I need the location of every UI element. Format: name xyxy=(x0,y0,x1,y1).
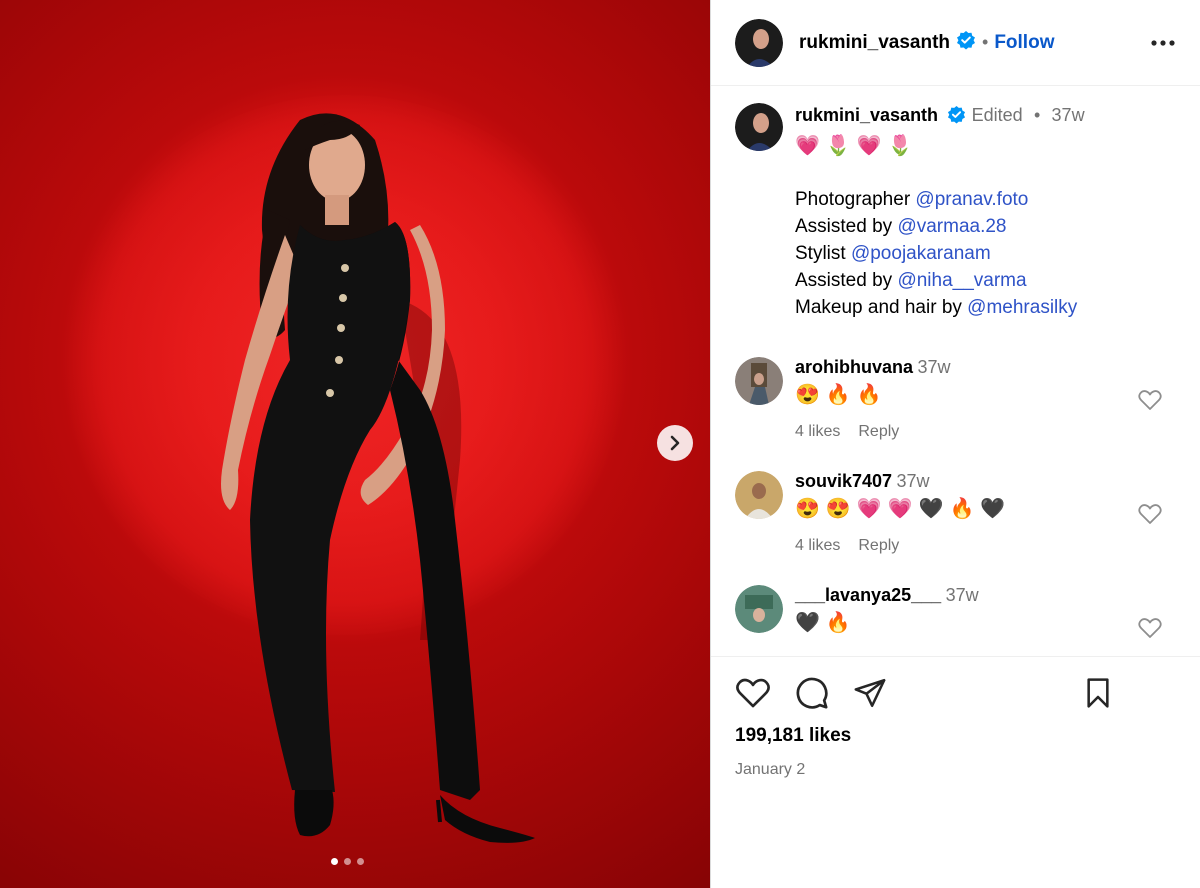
comment-username[interactable]: ___lavanya25___ xyxy=(795,585,941,605)
mention-link[interactable]: @niha__varma xyxy=(897,270,1026,291)
avatar[interactable] xyxy=(735,103,783,151)
action-bar: 199,181 likes January 2 xyxy=(711,656,1200,779)
comment-item: ___lavanya25___ 37w 🖤🔥 xyxy=(735,585,1176,638)
credit-role: Makeup and hair by xyxy=(795,297,968,318)
share-paper-plane-icon[interactable] xyxy=(853,677,887,709)
comment-text: 🖤🔥 xyxy=(795,612,857,634)
comment-likes[interactable]: 4 likes xyxy=(795,423,840,440)
carousel-dot xyxy=(357,858,364,865)
caption-username[interactable]: rukmini_vasanth xyxy=(795,105,938,125)
credit-role: Assisted by xyxy=(795,216,898,237)
comment-time[interactable]: 37w xyxy=(917,357,950,377)
comment-likes[interactable]: 4 likes xyxy=(795,537,840,554)
carousel-dot xyxy=(344,858,351,865)
verified-badge-icon xyxy=(947,105,966,131)
avatar[interactable] xyxy=(735,18,783,67)
more-options-icon[interactable] xyxy=(1150,34,1176,52)
comment-username[interactable]: arohibhuvana xyxy=(795,357,913,377)
caption-time[interactable]: 37w xyxy=(1052,105,1085,125)
comment-username[interactable]: souvik7407 xyxy=(795,471,892,491)
separator-dot: • xyxy=(1033,105,1041,125)
comment-time[interactable]: 37w xyxy=(897,471,930,491)
comment-text: 😍🔥🔥 xyxy=(795,384,888,406)
carousel-dot-active xyxy=(331,858,338,865)
comment-time[interactable]: 37w xyxy=(946,585,979,605)
caption-credits: Photographer @pranav.foto Assisted by @v… xyxy=(795,186,1085,321)
credit-role: Photographer xyxy=(795,189,916,210)
comment-text: 😍😍💗💗🖤🔥🖤 xyxy=(795,498,1012,520)
edited-label: Edited xyxy=(971,105,1023,125)
post-author-username[interactable]: rukmini_vasanth xyxy=(799,32,950,54)
comment-bubble-icon[interactable] xyxy=(795,676,829,710)
reply-button[interactable]: Reply xyxy=(858,537,899,554)
credit-role: Assisted by xyxy=(795,270,898,291)
like-heart-icon[interactable] xyxy=(735,677,771,709)
likes-count[interactable]: 199,181 likes xyxy=(735,725,1176,747)
credit-line: Makeup and hair by @mehrasilky xyxy=(795,294,1085,321)
comments-section[interactable]: rukmini_vasanth Edited • 37w 💗🌷💗🌷 Photog… xyxy=(711,86,1200,656)
follow-button[interactable]: Follow xyxy=(994,32,1054,54)
post-date[interactable]: January 2 xyxy=(735,761,1176,779)
caption: rukmini_vasanth Edited • 37w 💗🌷💗🌷 Photog… xyxy=(735,103,1176,321)
credit-line: Assisted by @niha__varma xyxy=(795,267,1085,294)
mention-link[interactable]: @poojakaranam xyxy=(851,243,991,264)
like-comment-heart-icon[interactable] xyxy=(1138,617,1162,644)
separator-dot: • xyxy=(982,32,989,52)
carousel-indicator xyxy=(331,858,364,865)
bookmark-icon[interactable] xyxy=(1084,677,1112,709)
caption-emojis: 💗🌷💗🌷 xyxy=(795,135,919,157)
like-comment-heart-icon[interactable] xyxy=(1138,503,1162,530)
credit-line: Stylist @poojakaranam xyxy=(795,240,1085,267)
mention-link[interactable]: @pranav.foto xyxy=(915,189,1028,210)
avatar[interactable] xyxy=(735,471,783,519)
next-image-button[interactable] xyxy=(657,425,693,461)
post-header: rukmini_vasanth • Follow xyxy=(711,0,1200,86)
model-figure xyxy=(221,113,535,843)
credit-role: Stylist xyxy=(795,243,851,264)
mention-link[interactable]: @varmaa.28 xyxy=(897,216,1006,237)
credit-line: Assisted by @varmaa.28 xyxy=(795,213,1085,240)
verified-badge-icon xyxy=(956,30,976,55)
comment-item: arohibhuvana 37w 😍🔥🔥 4 likes Reply xyxy=(735,357,1176,441)
reply-button[interactable]: Reply xyxy=(858,423,899,440)
like-comment-heart-icon[interactable] xyxy=(1138,389,1162,416)
avatar[interactable] xyxy=(735,357,783,405)
mention-link[interactable]: @mehrasilky xyxy=(967,297,1077,318)
post-image[interactable] xyxy=(0,0,710,888)
post-details-panel: rukmini_vasanth • Follow rukmini_vasanth xyxy=(710,0,1200,888)
chevron-right-icon xyxy=(670,435,680,451)
comment-item: souvik7407 37w 😍😍💗💗🖤🔥🖤 4 likes Reply xyxy=(735,471,1176,555)
credit-line: Photographer @pranav.foto xyxy=(795,186,1085,213)
avatar[interactable] xyxy=(735,585,783,633)
